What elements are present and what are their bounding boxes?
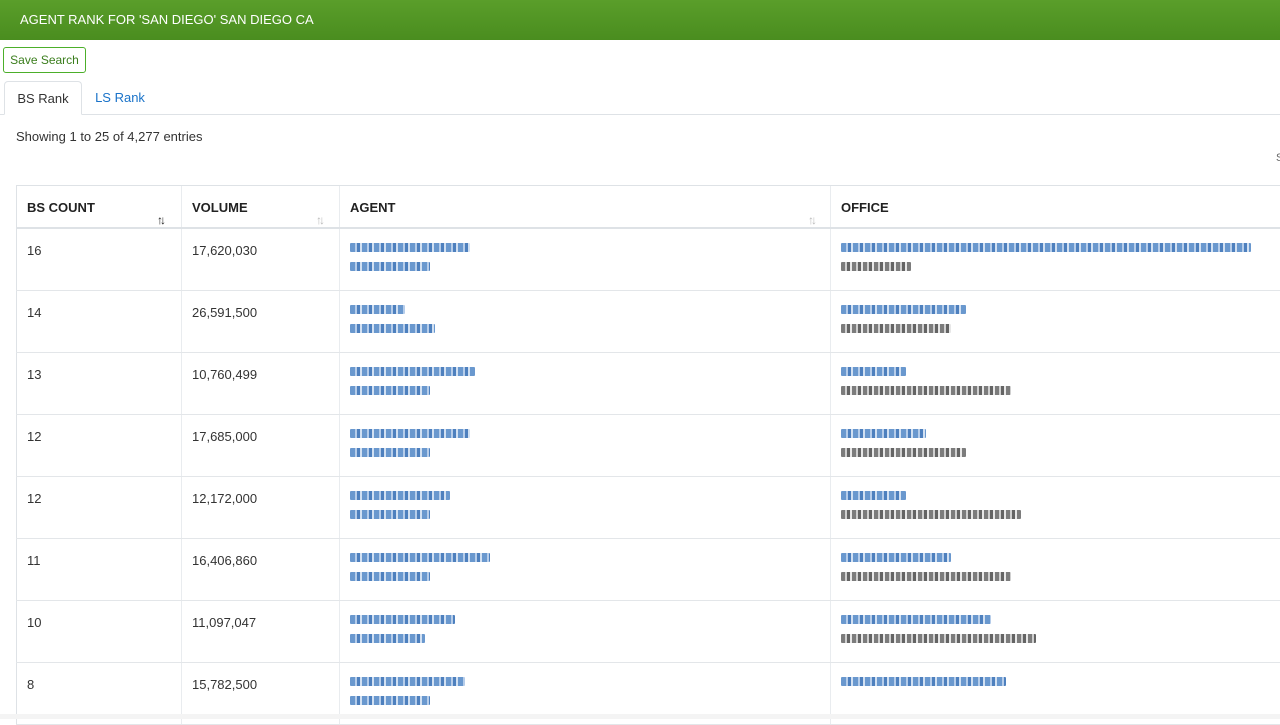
agent-name-link-redacted[interactable] <box>350 429 470 438</box>
volume-cell: 26,591,500 <box>181 291 339 352</box>
agent-cell <box>339 601 830 662</box>
column-header-agent[interactable]: AGENT ↑↓ <box>339 186 830 227</box>
bs-count-cell: 12 <box>16 477 181 538</box>
volume-cell: 12,172,000 <box>181 477 339 538</box>
agent-rank-table: BS COUNT ↑↓ VOLUME ↑↓ AGENT ↑↓ OFFICE 16… <box>16 185 1280 725</box>
office-name-link-redacted[interactable] <box>841 305 966 314</box>
bs-count-cell: 10 <box>16 601 181 662</box>
page-title-bar: AGENT RANK FOR 'SAN DIEGO' SAN DIEGO CA <box>0 0 1280 40</box>
entries-info: Showing 1 to 25 of 4,277 entries <box>16 129 203 144</box>
office-cell <box>830 229 1280 290</box>
agent-cell <box>339 291 830 352</box>
table-header-row: BS COUNT ↑↓ VOLUME ↑↓ AGENT ↑↓ OFFICE <box>16 186 1280 229</box>
office-name-link-redacted[interactable] <box>841 491 906 500</box>
agent-cell <box>339 415 830 476</box>
agent-id-redacted <box>350 572 430 581</box>
office-name-link-redacted[interactable] <box>841 553 951 562</box>
volume-cell: 10,760,499 <box>181 353 339 414</box>
page-title: AGENT RANK FOR 'SAN DIEGO' SAN DIEGO CA <box>20 12 314 27</box>
agent-cell <box>339 477 830 538</box>
tab-bs-rank[interactable]: BS Rank <box>4 81 82 115</box>
save-search-button[interactable]: Save Search <box>3 47 86 73</box>
office-phone-redacted <box>841 262 911 271</box>
agent-id-redacted <box>350 510 430 519</box>
table-row: 10 11,097,047 <box>16 601 1280 663</box>
agent-name-link-redacted[interactable] <box>350 243 470 252</box>
rank-tabs: BS Rank LS Rank <box>0 81 1280 115</box>
volume-cell: 17,620,030 <box>181 229 339 290</box>
agent-cell <box>339 539 830 600</box>
office-phone-redacted <box>841 510 1021 519</box>
agent-id-redacted <box>350 448 430 457</box>
office-name-link-redacted[interactable] <box>841 677 1006 686</box>
office-phone-redacted <box>841 386 1011 395</box>
agent-name-link-redacted[interactable] <box>350 367 475 376</box>
office-phone-redacted <box>841 448 966 457</box>
volume-cell: 11,097,047 <box>181 601 339 662</box>
column-header-office[interactable]: OFFICE <box>830 186 1280 227</box>
column-header-volume[interactable]: VOLUME ↑↓ <box>181 186 339 227</box>
office-phone-redacted <box>841 634 1036 643</box>
office-name-link-redacted[interactable] <box>841 243 1251 252</box>
agent-name-link-redacted[interactable] <box>350 491 450 500</box>
bs-count-cell: 14 <box>16 291 181 352</box>
office-phone-redacted <box>841 572 1011 581</box>
agent-name-link-redacted[interactable] <box>350 553 490 562</box>
table-row: 14 26,591,500 <box>16 291 1280 353</box>
agent-name-link-redacted[interactable] <box>350 305 405 314</box>
clipped-search-label: S <box>1276 152 1280 164</box>
office-cell <box>830 415 1280 476</box>
agent-id-redacted <box>350 262 430 271</box>
bs-count-cell: 12 <box>16 415 181 476</box>
agent-name-link-redacted[interactable] <box>350 677 465 686</box>
agent-id-redacted <box>350 696 430 705</box>
table-row: 12 12,172,000 <box>16 477 1280 539</box>
office-cell <box>830 291 1280 352</box>
table-row: 13 10,760,499 <box>16 353 1280 415</box>
agent-id-redacted <box>350 324 435 333</box>
column-header-bs-count[interactable]: BS COUNT ↑↓ <box>16 186 181 227</box>
office-cell <box>830 601 1280 662</box>
agent-cell <box>339 229 830 290</box>
office-cell <box>830 539 1280 600</box>
table-row: 12 17,685,000 <box>16 415 1280 477</box>
office-cell <box>830 353 1280 414</box>
volume-cell: 16,406,860 <box>181 539 339 600</box>
bs-count-cell: 11 <box>16 539 181 600</box>
table-row: 11 16,406,860 <box>16 539 1280 601</box>
office-cell <box>830 477 1280 538</box>
office-name-link-redacted[interactable] <box>841 615 991 624</box>
volume-cell: 17,685,000 <box>181 415 339 476</box>
table-row: 16 17,620,030 <box>16 229 1280 291</box>
agent-name-link-redacted[interactable] <box>350 615 455 624</box>
bs-count-cell: 13 <box>16 353 181 414</box>
tab-ls-rank[interactable]: LS Rank <box>88 81 152 115</box>
agent-id-redacted <box>350 386 430 395</box>
scroll-edge <box>0 714 1280 719</box>
office-phone-redacted <box>841 324 951 333</box>
office-name-link-redacted[interactable] <box>841 367 906 376</box>
office-name-link-redacted[interactable] <box>841 429 926 438</box>
agent-cell <box>339 353 830 414</box>
agent-id-redacted <box>350 634 425 643</box>
bs-count-cell: 16 <box>16 229 181 290</box>
